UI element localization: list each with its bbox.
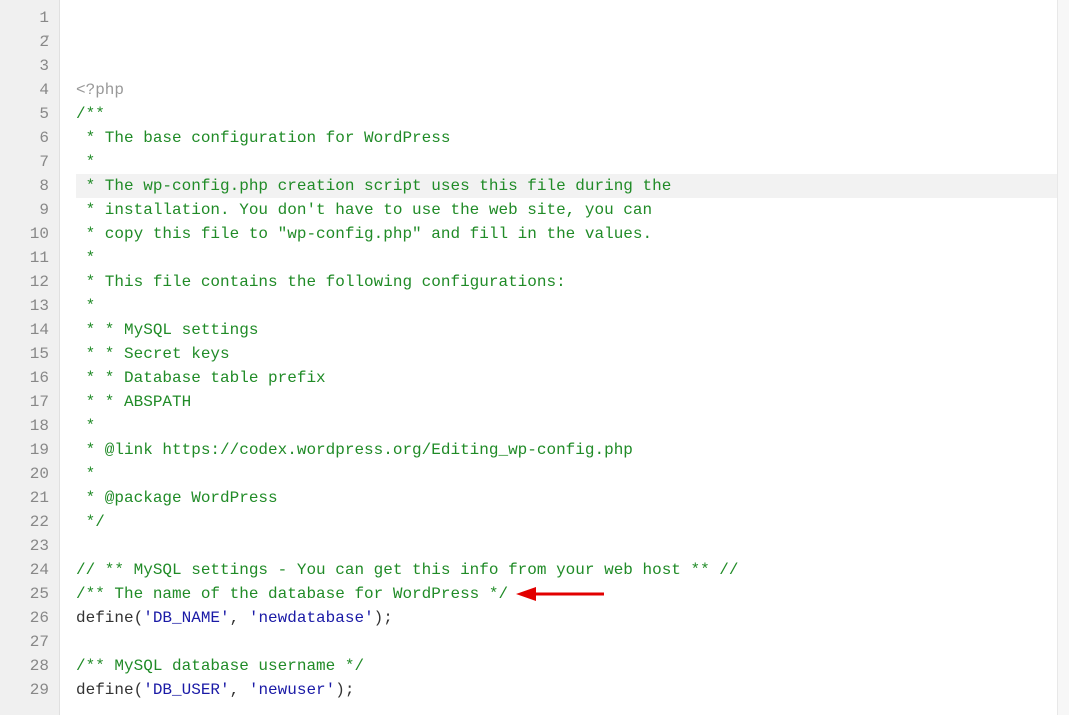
- line-number: 1: [0, 6, 49, 30]
- line-number: 26: [0, 606, 49, 630]
- line-number: 5: [0, 102, 49, 126]
- code-token: * * Database table prefix: [76, 369, 326, 387]
- line-number: 3: [0, 54, 49, 78]
- line-number: 18: [0, 414, 49, 438]
- code-token: * @link https://codex.wordpress.org/Edit…: [76, 441, 633, 459]
- code-token: /**: [76, 105, 105, 123]
- code-token: /** The name of the database for WordPre…: [76, 585, 508, 603]
- code-line[interactable]: /** MySQL database username */: [76, 654, 1069, 678]
- code-line[interactable]: */: [76, 510, 1069, 534]
- line-number: 16: [0, 366, 49, 390]
- line-number: 9: [0, 198, 49, 222]
- code-line[interactable]: * installation. You don't have to use th…: [76, 198, 1069, 222]
- code-editor[interactable]: 12▾3456789101112131415161718192021222324…: [0, 0, 1069, 715]
- code-token: 'DB_NAME': [143, 609, 229, 627]
- code-token: */: [76, 513, 105, 531]
- code-token: * @package WordPress: [76, 489, 278, 507]
- code-token: * The wp-config.php creation script uses…: [76, 177, 671, 195]
- fold-toggle-icon[interactable]: ▾: [44, 34, 50, 44]
- code-token: // ** MySQL settings - You can get this …: [76, 561, 739, 579]
- line-number: 14: [0, 318, 49, 342]
- line-number-gutter: 12▾3456789101112131415161718192021222324…: [0, 0, 60, 715]
- line-number: 27: [0, 630, 49, 654]
- code-token: (: [134, 681, 144, 699]
- code-token: *: [76, 249, 95, 267]
- line-number: 20: [0, 462, 49, 486]
- code-token: );: [374, 609, 393, 627]
- code-line[interactable]: * The wp-config.php creation script uses…: [76, 174, 1069, 198]
- code-line[interactable]: [76, 534, 1069, 558]
- code-line[interactable]: [76, 630, 1069, 654]
- code-line[interactable]: * * ABSPATH: [76, 390, 1069, 414]
- line-number: 12: [0, 270, 49, 294]
- line-number: 15: [0, 342, 49, 366]
- code-line[interactable]: * @package WordPress: [76, 486, 1069, 510]
- code-line[interactable]: *: [76, 294, 1069, 318]
- code-area[interactable]: <?php /** * The base configuration for Wo…: [60, 0, 1069, 715]
- line-number: 11: [0, 246, 49, 270]
- code-token: * * Secret keys: [76, 345, 230, 363]
- code-token: /** MySQL database username */: [76, 657, 364, 675]
- line-number: 29: [0, 678, 49, 702]
- line-number: 17: [0, 390, 49, 414]
- line-number: 21: [0, 486, 49, 510]
- line-number: 6: [0, 126, 49, 150]
- line-number: 8: [0, 174, 49, 198]
- line-number: 25: [0, 582, 49, 606]
- code-line[interactable]: <?php: [76, 78, 1069, 102]
- code-token: *: [76, 417, 95, 435]
- code-line[interactable]: * * Database table prefix: [76, 366, 1069, 390]
- code-token: ,: [230, 609, 249, 627]
- code-line[interactable]: /** The name of the database for WordPre…: [76, 582, 1069, 606]
- code-line[interactable]: * * MySQL settings: [76, 318, 1069, 342]
- code-line[interactable]: *: [76, 150, 1069, 174]
- code-line[interactable]: * * Secret keys: [76, 342, 1069, 366]
- code-line[interactable]: * @link https://codex.wordpress.org/Edit…: [76, 438, 1069, 462]
- line-number: 24: [0, 558, 49, 582]
- code-token: * This file contains the following confi…: [76, 273, 566, 291]
- code-token: 'newuser': [249, 681, 335, 699]
- code-token: (: [134, 609, 144, 627]
- line-number: 2▾: [0, 30, 49, 54]
- line-number: 7: [0, 150, 49, 174]
- code-token: 'DB_USER': [143, 681, 229, 699]
- line-number: 13: [0, 294, 49, 318]
- code-line[interactable]: * This file contains the following confi…: [76, 270, 1069, 294]
- line-number: 28: [0, 654, 49, 678]
- code-line[interactable]: *: [76, 246, 1069, 270]
- code-line[interactable]: * The base configuration for WordPress: [76, 126, 1069, 150]
- code-token: *: [76, 153, 95, 171]
- code-token: * copy this file to "wp-config.php" and …: [76, 225, 652, 243]
- code-line[interactable]: * copy this file to "wp-config.php" and …: [76, 222, 1069, 246]
- vertical-scrollbar[interactable]: [1057, 0, 1069, 715]
- code-token: * * MySQL settings: [76, 321, 258, 339]
- code-token: 'newdatabase': [249, 609, 374, 627]
- code-line[interactable]: *: [76, 462, 1069, 486]
- code-line[interactable]: /**: [76, 102, 1069, 126]
- code-line[interactable]: define('DB_NAME', 'newdatabase');: [76, 606, 1069, 630]
- code-line[interactable]: [76, 702, 1069, 715]
- line-number: 23: [0, 534, 49, 558]
- code-token: * The base configuration for WordPress: [76, 129, 450, 147]
- code-token: *: [76, 297, 95, 315]
- line-number: 22: [0, 510, 49, 534]
- code-token: define: [76, 681, 134, 699]
- code-token: <?php: [76, 81, 124, 99]
- code-token: ,: [230, 681, 249, 699]
- code-token: );: [335, 681, 354, 699]
- code-token: define: [76, 609, 134, 627]
- code-token: * * ABSPATH: [76, 393, 191, 411]
- line-number: 19: [0, 438, 49, 462]
- code-line[interactable]: define('DB_USER', 'newuser');: [76, 678, 1069, 702]
- line-number: 10: [0, 222, 49, 246]
- code-token: * installation. You don't have to use th…: [76, 201, 652, 219]
- code-line[interactable]: // ** MySQL settings - You can get this …: [76, 558, 1069, 582]
- code-line[interactable]: *: [76, 414, 1069, 438]
- line-number: 4: [0, 78, 49, 102]
- code-token: *: [76, 465, 95, 483]
